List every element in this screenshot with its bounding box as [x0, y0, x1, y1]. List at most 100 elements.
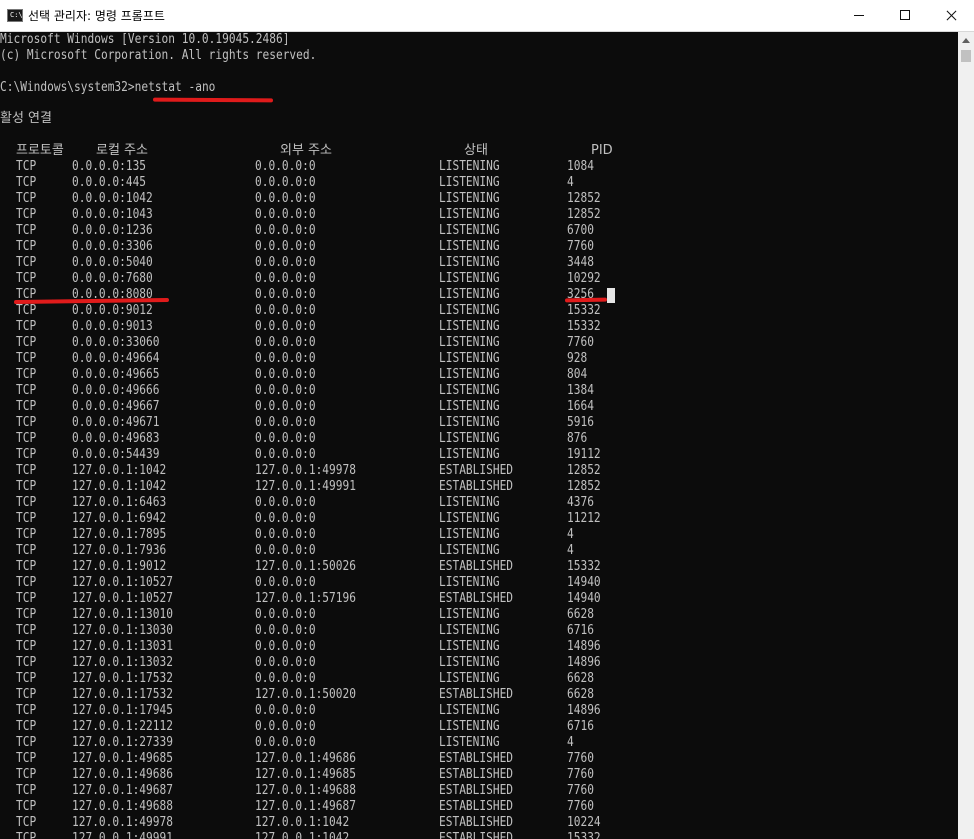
cell-pid: 6628: [567, 607, 594, 622]
vertical-scrollbar[interactable]: [958, 32, 974, 839]
cell-pid: 15332: [567, 831, 601, 839]
cell-local: 127.0.0.1:9012: [72, 559, 167, 574]
cell-foreign: 0.0.0.0:0: [255, 735, 316, 750]
cell-local: 0.0.0.0:9013: [72, 319, 153, 334]
cell-local: 0.0.0.0:49683: [72, 431, 160, 446]
cell-pid: 14896: [567, 639, 601, 654]
cell-local: 127.0.0.1:49688: [72, 799, 173, 814]
cell-proto: TCP: [16, 543, 37, 558]
cell-pid: 6700: [567, 223, 594, 238]
cell-state: LISTENING: [439, 623, 500, 638]
cell-local: 127.0.0.1:17532: [72, 671, 173, 686]
cell-foreign: 0.0.0.0:0: [255, 527, 316, 542]
cell-foreign: 0.0.0.0:0: [255, 639, 316, 654]
minimize-button[interactable]: [836, 0, 882, 31]
cell-local: 127.0.0.1:1042: [72, 463, 167, 478]
cell-state: ESTABLISHED: [439, 751, 514, 766]
cell-foreign: 0.0.0.0:0: [255, 223, 316, 238]
cell-state: LISTENING: [439, 351, 500, 366]
cell-foreign: 0.0.0.0:0: [255, 367, 316, 382]
cell-pid: 11212: [567, 511, 601, 526]
cell-proto: TCP: [16, 511, 37, 526]
cell-foreign: 0.0.0.0:0: [255, 239, 316, 254]
section-title: 활성 연결: [0, 111, 52, 126]
cell-foreign: 0.0.0.0:0: [255, 271, 316, 286]
cell-proto: TCP: [16, 783, 37, 798]
cell-local: 0.0.0.0:445: [72, 175, 147, 190]
text-cursor: [607, 288, 615, 303]
cell-pid: 14896: [567, 703, 601, 718]
cell-foreign: 127.0.0.1:49991: [255, 479, 356, 494]
cell-state: LISTENING: [439, 671, 500, 686]
banner-version: Microsoft Windows [Version 10.0.19045.24…: [0, 32, 290, 47]
cell-foreign: 0.0.0.0:0: [255, 335, 316, 350]
cell-proto: TCP: [16, 655, 37, 670]
cell-local: 127.0.0.1:49978: [72, 815, 173, 830]
cell-foreign: 127.0.0.1:49686: [255, 751, 356, 766]
cell-foreign: 127.0.0.1:50020: [255, 687, 356, 702]
cell-state: LISTENING: [439, 735, 500, 750]
cell-state: LISTENING: [439, 239, 500, 254]
cell-state: LISTENING: [439, 639, 500, 654]
cell-local: 0.0.0.0:9012: [72, 303, 153, 318]
cell-state: LISTENING: [439, 159, 500, 174]
cell-proto: TCP: [16, 431, 37, 446]
cell-proto: TCP: [16, 671, 37, 686]
cell-proto: TCP: [16, 271, 37, 286]
cell-pid: 6628: [567, 687, 594, 702]
cell-state: ESTABLISHED: [439, 479, 514, 494]
cell-proto: TCP: [16, 735, 37, 750]
cell-pid: 4: [567, 735, 574, 750]
cell-pid: 10224: [567, 815, 601, 830]
cell-local: 127.0.0.1:49685: [72, 751, 173, 766]
cell-foreign: 0.0.0.0:0: [255, 351, 316, 366]
cell-local: 0.0.0.0:7680: [72, 271, 153, 286]
cell-proto: TCP: [16, 639, 37, 654]
cell-foreign: 0.0.0.0:0: [255, 303, 316, 318]
cell-foreign: 127.0.0.1:1042: [255, 831, 350, 839]
cell-foreign: 0.0.0.0:0: [255, 175, 316, 190]
cell-pid: 804: [567, 367, 588, 382]
header-proto: 프로토콜: [16, 143, 64, 158]
cell-foreign: 127.0.0.1:57196: [255, 591, 356, 606]
cell-foreign: 0.0.0.0:0: [255, 607, 316, 622]
command-line: C:\Windows\system32>netstat -ano: [0, 80, 215, 96]
close-button[interactable]: [928, 0, 974, 31]
cell-proto: TCP: [16, 335, 37, 350]
cell-proto: TCP: [16, 799, 37, 814]
prompt-path: C:\Windows\system32>: [0, 80, 135, 95]
cell-state: LISTENING: [439, 719, 500, 734]
cell-foreign: 0.0.0.0:0: [255, 399, 316, 414]
cell-pid: 14896: [567, 655, 601, 670]
cell-proto: TCP: [16, 831, 37, 839]
cell-foreign: 0.0.0.0:0: [255, 447, 316, 462]
cell-proto: TCP: [16, 687, 37, 702]
cell-proto: TCP: [16, 383, 37, 398]
cell-proto: TCP: [16, 303, 37, 318]
cell-foreign: 0.0.0.0:0: [255, 671, 316, 686]
cell-pid: 4: [567, 527, 574, 542]
cell-state: LISTENING: [439, 495, 500, 510]
scroll-thumb[interactable]: [961, 50, 971, 62]
cell-proto: TCP: [16, 239, 37, 254]
cell-foreign: 0.0.0.0:0: [255, 415, 316, 430]
cell-state: LISTENING: [439, 319, 500, 334]
console-output[interactable]: Microsoft Windows [Version 10.0.19045.24…: [0, 32, 958, 839]
cell-state: LISTENING: [439, 703, 500, 718]
cell-pid: 6628: [567, 671, 594, 686]
cell-local: 127.0.0.1:1042: [72, 479, 167, 494]
cell-pid: 4376: [567, 495, 594, 510]
cell-proto: TCP: [16, 607, 37, 622]
cell-foreign: 0.0.0.0:0: [255, 431, 316, 446]
cell-proto: TCP: [16, 399, 37, 414]
maximize-button[interactable]: [882, 0, 928, 31]
title-bar: C:\ 선택 관리자: 명령 프롬프트: [0, 0, 974, 32]
cell-local: 127.0.0.1:10527: [72, 575, 173, 590]
cell-foreign: 0.0.0.0:0: [255, 159, 316, 174]
scroll-up-arrow-icon[interactable]: [962, 38, 970, 43]
cell-foreign: 0.0.0.0:0: [255, 383, 316, 398]
cell-state: LISTENING: [439, 415, 500, 430]
cell-state: LISTENING: [439, 383, 500, 398]
cell-state: LISTENING: [439, 575, 500, 590]
cell-local: 0.0.0.0:49671: [72, 415, 160, 430]
